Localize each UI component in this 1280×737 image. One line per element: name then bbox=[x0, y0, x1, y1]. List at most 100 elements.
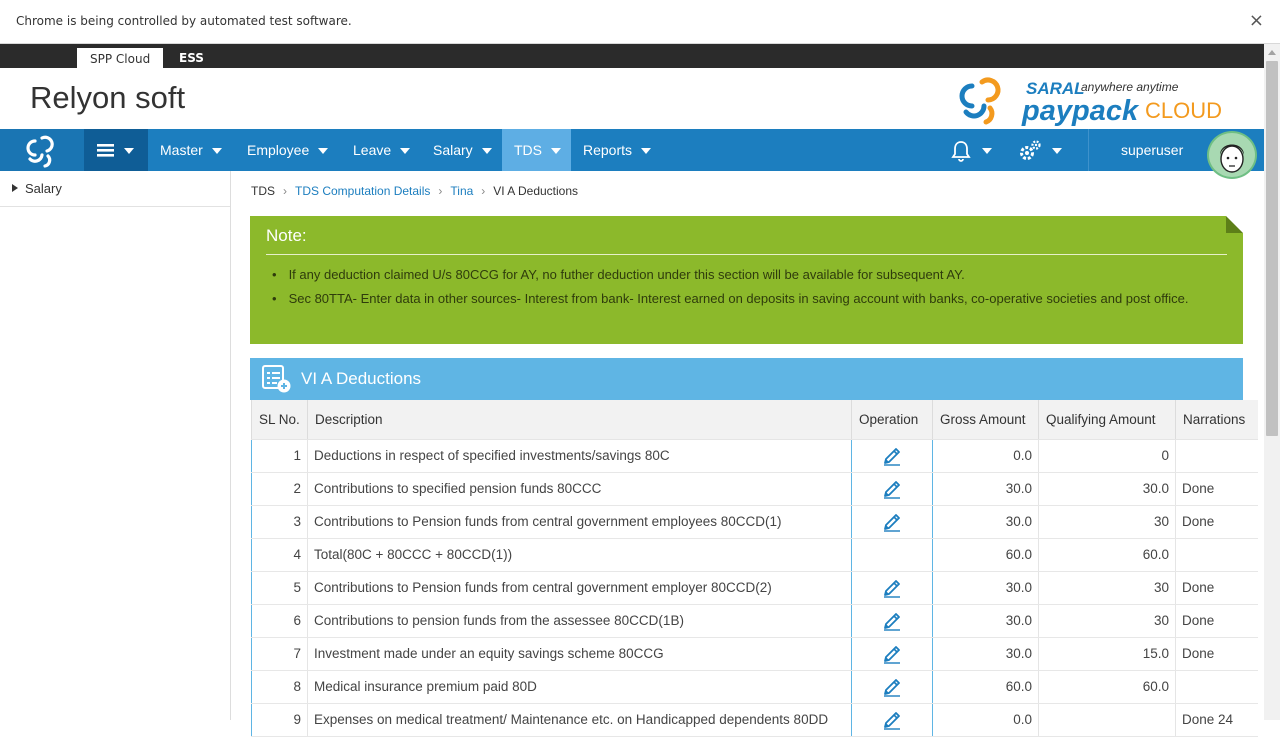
col-operation: Operation bbox=[851, 400, 933, 440]
table-row: 6 Contributions to pension funds from the… bbox=[251, 604, 1258, 638]
chevron-down-icon bbox=[481, 148, 492, 155]
cell-qualifying-amount: 30 bbox=[1038, 505, 1176, 539]
cell-gross-amount: 30.0 bbox=[932, 637, 1039, 671]
edit-pencil-icon[interactable] bbox=[882, 644, 902, 664]
cell-narrations: Done bbox=[1175, 472, 1258, 506]
cell-narrations bbox=[1175, 538, 1258, 572]
cell-sl-no: 1 bbox=[251, 439, 308, 473]
chevron-down-icon bbox=[982, 148, 992, 155]
cloud-logo-icon bbox=[26, 135, 54, 168]
nav-salary-label: Salary bbox=[433, 142, 473, 158]
close-icon[interactable]: × bbox=[1249, 10, 1264, 31]
saral-paypack-cloud-logo: SARAL anywhere anytime paypack CLOUD bbox=[959, 77, 1222, 126]
note-list: If any deduction claimed U/s 80CCG for A… bbox=[272, 268, 1222, 316]
cell-description: Medical insurance premium paid 80D bbox=[307, 670, 852, 704]
breadcrumb-separator-icon: › bbox=[481, 184, 486, 198]
brand-paypack: paypack bbox=[1021, 95, 1140, 126]
breadcrumb-employee[interactable]: Tina bbox=[450, 184, 473, 198]
table-row: 3 Contributions to Pension funds from cen… bbox=[251, 505, 1258, 539]
chevron-down-icon bbox=[211, 148, 222, 155]
app-header: Relyon soft SARAL anywhere anytime paypa… bbox=[0, 68, 1264, 129]
cell-operation bbox=[851, 571, 933, 605]
table-row: 8 Medical insurance premium paid 80D 60.0 6… bbox=[251, 670, 1258, 704]
col-qualifying-amount: Qualifying Amount bbox=[1038, 400, 1176, 440]
notifications-button[interactable] bbox=[937, 129, 1005, 171]
menu-toggle-button[interactable] bbox=[84, 129, 148, 171]
edit-pencil-icon[interactable] bbox=[882, 677, 902, 697]
breadcrumb-current: VI A Deductions bbox=[493, 184, 579, 198]
col-narrations: Narrations bbox=[1175, 400, 1258, 440]
home-logo-button[interactable] bbox=[0, 129, 84, 171]
cell-description: Contributions to Pension funds from cent… bbox=[307, 505, 852, 539]
cell-narrations bbox=[1175, 439, 1258, 473]
cell-gross-amount: 0.0 bbox=[932, 439, 1039, 473]
cell-qualifying-amount: 30 bbox=[1038, 571, 1176, 605]
list-add-icon bbox=[262, 365, 291, 393]
nav-reports-label: Reports bbox=[583, 142, 633, 158]
automation-infobar: Chrome is being controlled by automated … bbox=[0, 0, 1280, 44]
chevron-down-icon bbox=[641, 148, 652, 155]
user-name[interactable]: superuser bbox=[1121, 129, 1183, 171]
table-row: 1 Deductions in respect of specified inve… bbox=[251, 439, 1258, 473]
cell-description: Contributions to Pension funds from cent… bbox=[307, 571, 852, 605]
avatar[interactable] bbox=[1207, 131, 1257, 179]
edit-pencil-icon[interactable] bbox=[882, 611, 902, 631]
cell-operation bbox=[851, 472, 933, 506]
brand-cloud: CLOUD bbox=[1145, 98, 1222, 123]
nav-leave[interactable]: Leave bbox=[341, 129, 422, 171]
cell-qualifying-amount: 30 bbox=[1038, 604, 1176, 638]
nav-employee[interactable]: Employee bbox=[235, 129, 340, 171]
tab-spp-cloud[interactable]: SPP Cloud bbox=[77, 48, 164, 68]
cell-sl-no: 8 bbox=[251, 670, 308, 704]
note-fold bbox=[1226, 216, 1243, 233]
deductions-table: SL No. Description Operation Gross Amoun… bbox=[251, 400, 1258, 737]
edit-pencil-icon[interactable] bbox=[882, 479, 902, 499]
nav-tds[interactable]: TDS bbox=[502, 129, 571, 171]
sidebar-item-label: Salary bbox=[25, 181, 62, 196]
breadcrumb: TDS › TDS Computation Details › Tina › VI A De… bbox=[251, 184, 578, 198]
cell-operation bbox=[851, 670, 933, 704]
infobar-message: Chrome is being controlled by automated … bbox=[16, 14, 352, 28]
cell-description: Investment made under an equity savings … bbox=[307, 637, 852, 671]
table-header-row: SL No. Description Operation Gross Amoun… bbox=[251, 400, 1258, 440]
table-row: 7 Investment made under an equity savings… bbox=[251, 637, 1258, 671]
cell-gross-amount: 60.0 bbox=[932, 538, 1039, 572]
settings-button[interactable] bbox=[1005, 129, 1075, 171]
note-item: If any deduction claimed U/s 80CCG for A… bbox=[272, 268, 1222, 282]
cell-narrations: Done bbox=[1175, 637, 1258, 671]
cell-sl-no: 4 bbox=[251, 538, 308, 572]
nav-reports[interactable]: Reports bbox=[571, 129, 663, 171]
table-row: 4 Total(80C + 80CCC + 80CCD(1)) 60.0 60.0 bbox=[251, 538, 1258, 572]
table-row: 5 Contributions to Pension funds from cen… bbox=[251, 571, 1258, 605]
scrollbar-thumb[interactable] bbox=[1266, 61, 1278, 436]
cell-description: Contributions to pension funds from the … bbox=[307, 604, 852, 638]
edit-pencil-icon[interactable] bbox=[882, 446, 902, 466]
breadcrumb-tds[interactable]: TDS bbox=[251, 184, 275, 198]
nav-master[interactable]: Master bbox=[148, 129, 234, 171]
cell-description: Deductions in respect of specified inves… bbox=[307, 439, 852, 473]
cell-sl-no: 2 bbox=[251, 472, 308, 506]
cell-qualifying-amount: 30.0 bbox=[1038, 472, 1176, 506]
page-scrollbar[interactable] bbox=[1264, 44, 1280, 720]
app-tabs: SPP Cloud ESS bbox=[0, 44, 1264, 68]
bell-icon bbox=[951, 141, 971, 163]
table-row: 2 Contributions to specified pension fund… bbox=[251, 472, 1258, 506]
breadcrumb-tds-computation[interactable]: TDS Computation Details bbox=[295, 184, 430, 198]
scroll-up-arrow-icon[interactable] bbox=[1268, 50, 1276, 55]
main-navbar: Master Employee Leave Salary TDS Reports… bbox=[0, 129, 1264, 171]
sidebar-item-salary[interactable]: Salary bbox=[0, 171, 230, 207]
chevron-down-icon bbox=[318, 148, 329, 155]
tab-ess[interactable]: ESS bbox=[166, 48, 217, 68]
cell-narrations: Done bbox=[1175, 505, 1258, 539]
cell-sl-no: 3 bbox=[251, 505, 308, 539]
col-sl-no: SL No. bbox=[251, 400, 308, 440]
edit-pencil-icon[interactable] bbox=[882, 512, 902, 532]
edit-pencil-icon[interactable] bbox=[882, 578, 902, 598]
menu-icon bbox=[97, 144, 134, 157]
nav-salary[interactable]: Salary bbox=[421, 129, 504, 171]
cell-operation bbox=[851, 439, 933, 473]
cell-qualifying-amount: 15.0 bbox=[1038, 637, 1176, 671]
note-item: Sec 80TTA- Enter data in other sources- … bbox=[272, 292, 1222, 306]
cell-sl-no: 7 bbox=[251, 637, 308, 671]
panel-header: VI A Deductions bbox=[250, 358, 1243, 400]
